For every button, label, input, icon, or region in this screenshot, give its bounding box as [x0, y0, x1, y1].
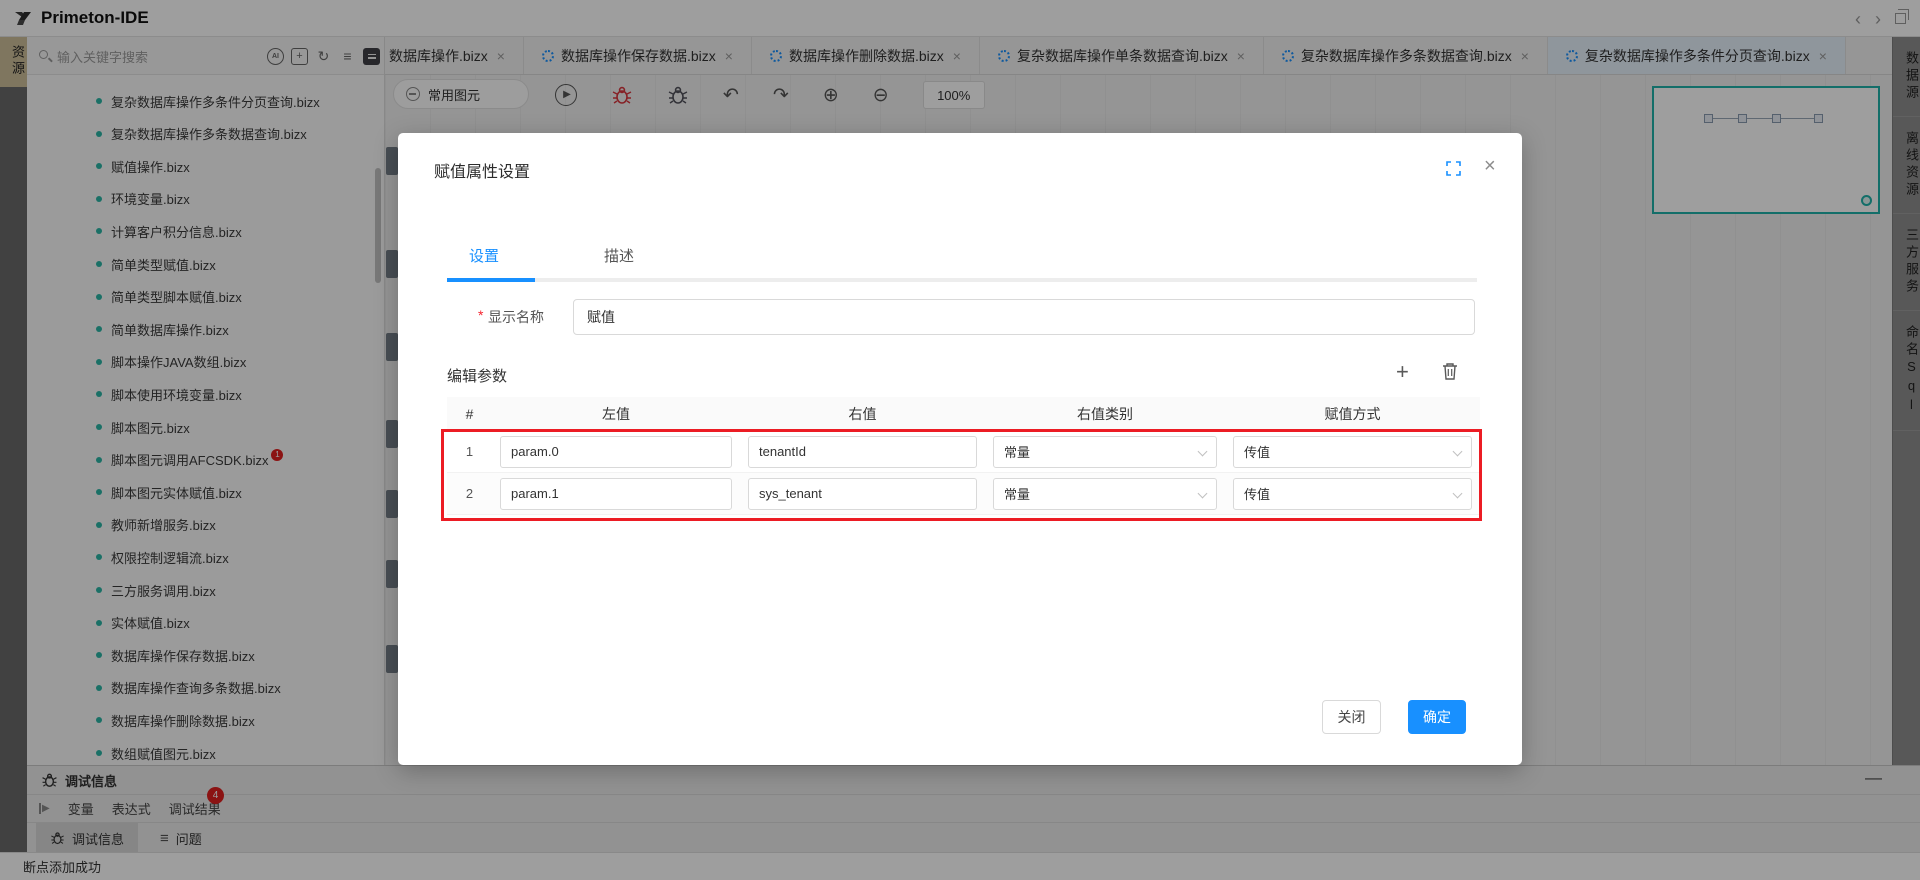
- column-header: 右值类别: [985, 404, 1225, 424]
- param-row: 1 param.0 tenantId 常量 传值: [447, 431, 1480, 473]
- display-name-label: 显示名称: [488, 307, 544, 327]
- tab-track: [447, 278, 1477, 282]
- confirm-button[interactable]: 确定: [1408, 700, 1466, 734]
- tab-description[interactable]: 描述: [604, 245, 634, 266]
- cell-value: 传值: [1244, 442, 1270, 461]
- display-name-input[interactable]: 赋值: [573, 299, 1475, 335]
- assign-properties-dialog: 赋值属性设置 × 设置 描述 * 显示名称 赋值 编辑参数 + #左值右值右值类…: [398, 133, 1522, 765]
- column-header: #: [447, 406, 492, 422]
- required-mark: *: [478, 307, 483, 323]
- right-category-select[interactable]: 常量: [993, 436, 1217, 468]
- row-index: 1: [447, 444, 492, 459]
- column-header: 赋值方式: [1225, 404, 1480, 424]
- close-icon[interactable]: ×: [1484, 155, 1496, 178]
- dialog-title: 赋值属性设置: [434, 158, 530, 182]
- cell-value: param.1: [511, 486, 559, 501]
- right-value-input[interactable]: tenantId: [748, 436, 977, 468]
- cell-value: sys_tenant: [759, 486, 822, 501]
- confirm-button-label: 确定: [1423, 707, 1451, 727]
- chevron-down-icon: [1198, 488, 1208, 498]
- add-param-icon[interactable]: +: [1396, 359, 1409, 385]
- close-button[interactable]: 关闭: [1322, 700, 1381, 734]
- chevron-down-icon: [1198, 446, 1208, 456]
- fullscreen-icon[interactable]: [1446, 161, 1461, 176]
- row-index: 2: [447, 486, 492, 501]
- display-name-value: 赋值: [587, 307, 615, 327]
- assign-mode-select[interactable]: 传值: [1233, 478, 1472, 510]
- params-table-header: #左值右值右值类别赋值方式: [447, 397, 1480, 431]
- cell-value: 常量: [1004, 484, 1030, 503]
- column-header: 左值: [492, 404, 740, 424]
- cell-value: param.0: [511, 444, 559, 459]
- cell-value: 传值: [1244, 484, 1270, 503]
- assign-mode-select[interactable]: 传值: [1233, 436, 1472, 468]
- param-row: 2 param.1 sys_tenant 常量 传值: [447, 473, 1480, 515]
- cell-value: 常量: [1004, 442, 1030, 461]
- column-header: 右值: [740, 404, 985, 424]
- close-button-label: 关闭: [1338, 707, 1366, 727]
- right-category-select[interactable]: 常量: [993, 478, 1217, 510]
- left-value-input[interactable]: param.1: [500, 478, 732, 510]
- right-value-input[interactable]: sys_tenant: [748, 478, 977, 510]
- cell-value: tenantId: [759, 444, 806, 459]
- chevron-down-icon: [1453, 446, 1463, 456]
- primeton-ide-window: Primeton-IDE ‹ › 资源 数据源离线资源三方服务命名Sql 输入关…: [0, 0, 1920, 880]
- active-tab-indicator: [447, 278, 535, 282]
- delete-param-icon[interactable]: [1442, 362, 1458, 380]
- edit-params-label: 编辑参数: [447, 365, 507, 386]
- chevron-down-icon: [1453, 488, 1463, 498]
- params-table: #左值右值右值类别赋值方式1param.0tenantId常量传值2param.…: [447, 397, 1480, 515]
- tab-settings[interactable]: 设置: [469, 245, 499, 266]
- left-value-input[interactable]: param.0: [500, 436, 732, 468]
